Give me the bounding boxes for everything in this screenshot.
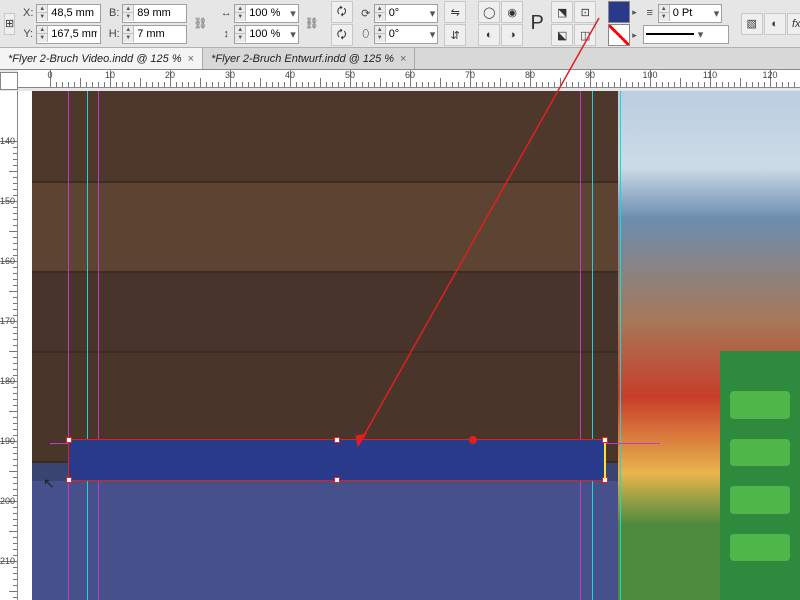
annotation-arrow — [0, 0, 800, 600]
cursor-icon: ↖ — [43, 475, 55, 492]
